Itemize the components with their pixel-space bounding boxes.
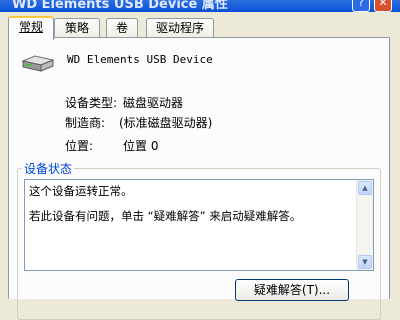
location-value: 位置 0 <box>123 139 159 153</box>
tab-general[interactable]: 常规 <box>8 16 54 40</box>
scroll-down-icon[interactable]: ▼ <box>358 255 372 269</box>
tab-driver-label: 驱动程序 <box>155 21 204 35</box>
status-line: 这个设备运转正常。 <box>29 184 133 198</box>
tab-driver[interactable]: 驱动程序 <box>146 18 214 37</box>
title-bar: WD Elements USB Device 属性 ? ✕ <box>0 0 400 12</box>
general-tab-panel: WD Elements USB Device 设备类型: 磁盘驱动器 制造商: … <box>8 37 390 320</box>
device-name: WD Elements USB Device <box>67 53 213 66</box>
status-line: 若此设备有问题，单击 “疑难解答” 来启动疑难解答。 <box>29 209 302 223</box>
tab-policies-label: 策略 <box>64 21 89 35</box>
device-type-label: 设备类型: <box>65 96 118 110</box>
window-title: WD Elements USB Device 属性 <box>12 0 228 12</box>
troubleshoot-button[interactable]: 疑难解答(T)... <box>235 279 349 301</box>
tab-volumes[interactable]: 卷 <box>106 18 138 37</box>
manufacturer-value: (标准磁盘驱动器) <box>119 116 213 130</box>
disk-drive-icon <box>21 52 55 77</box>
tab-volumes-label: 卷 <box>115 21 128 35</box>
close-button[interactable]: ✕ <box>374 0 392 12</box>
tab-general-label: 常规 <box>18 20 43 34</box>
tab-policies[interactable]: 策略 <box>54 18 100 37</box>
status-scrollbar[interactable]: ▲ ▼ <box>356 180 373 270</box>
device-type-value: 磁盘驱动器 <box>123 96 184 110</box>
device-status-textbox[interactable]: 这个设备运转正常。 若此设备有问题，单击 “疑难解答” 来启动疑难解答。 ▲ ▼ <box>24 179 374 271</box>
manufacturer-label: 制造商: <box>65 116 106 130</box>
location-label: 位置: <box>65 139 94 153</box>
scroll-up-icon[interactable]: ▲ <box>358 181 372 195</box>
help-button[interactable]: ? <box>352 0 370 12</box>
device-status-legend: 设备状态 <box>24 162 73 176</box>
